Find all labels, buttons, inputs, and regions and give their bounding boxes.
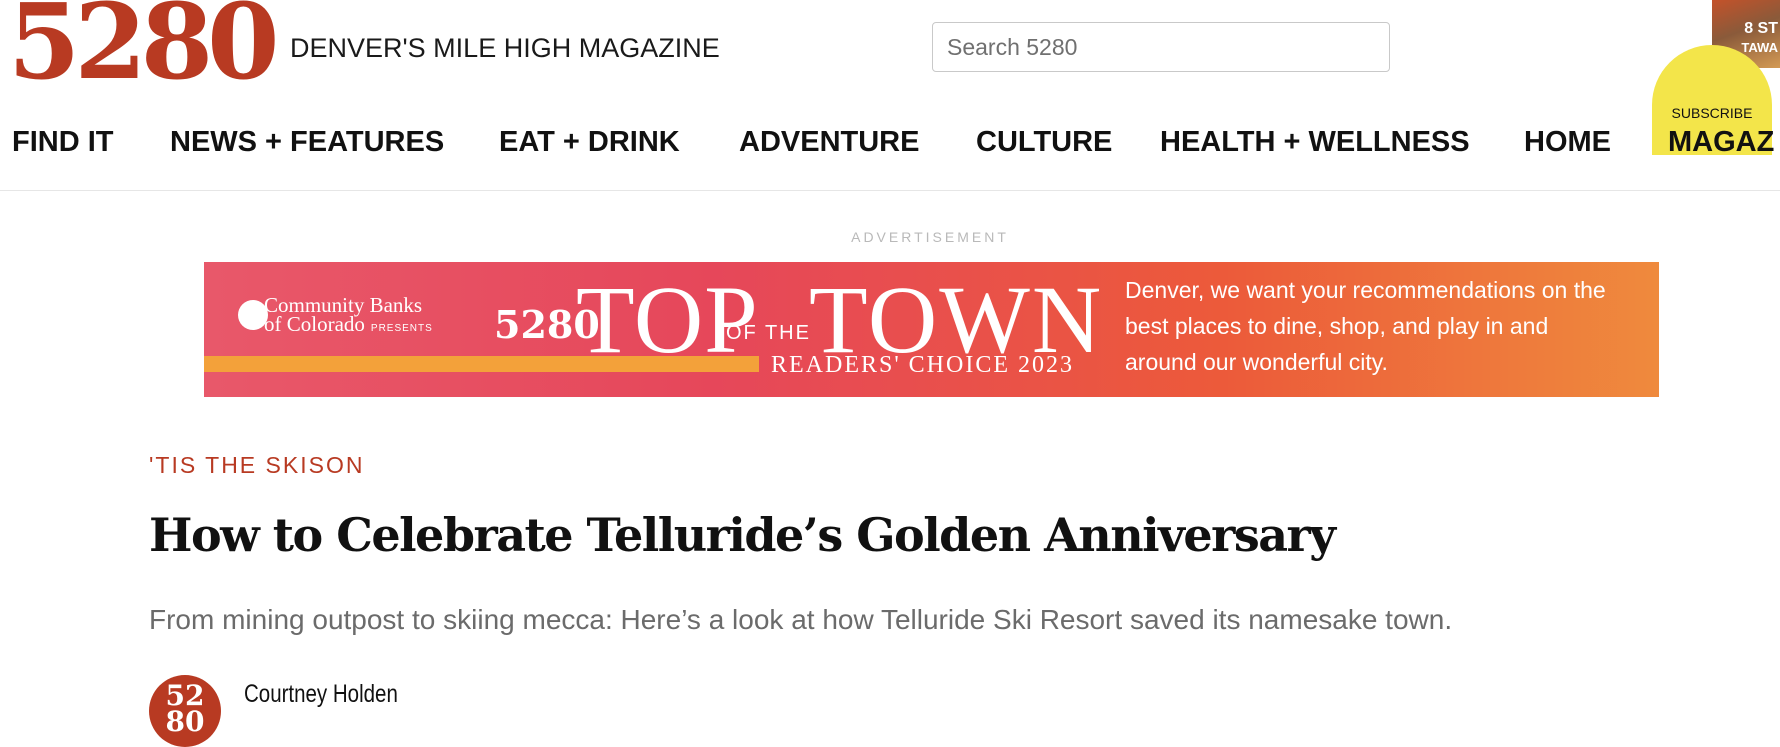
sponsor-emblem-icon: [238, 300, 268, 330]
ad-copy: Denver, we want your recommendations on …: [1125, 277, 1606, 375]
author-name[interactable]: Courtney Holden: [244, 680, 398, 709]
ad-sponsor-logo: Community Banks of Colorado PRESENTS: [238, 295, 433, 336]
nav-item-news-features[interactable]: NEWS + FEATURES: [170, 126, 444, 159]
ad-headline-top: TOP: [576, 266, 759, 373]
advertisement-label: ADVERTISEMENT: [851, 229, 1009, 245]
site-tagline: DENVER'S MILE HIGH MAGAZINE: [290, 33, 720, 63]
nav-item-culture[interactable]: CULTURE: [976, 126, 1112, 159]
advertisement-banner[interactable]: Community Banks of Colorado PRESENTS 5280…: [204, 262, 1659, 397]
ad-headline-ofthe: OF THE: [726, 322, 811, 344]
nav-item-home[interactable]: HOME: [1524, 126, 1611, 159]
main-nav: FIND IT NEWS + FEATURES EAT + DRINK ADVE…: [0, 100, 1780, 191]
search-input[interactable]: [932, 22, 1390, 72]
site-header: 5280 DENVER'S MILE HIGH MAGAZINE 8 ST TA…: [0, 0, 1780, 155]
promo-cover-text-2: TAWA: [1741, 40, 1778, 55]
ad-subhead: READERS' CHOICE 2023: [771, 352, 1075, 378]
article-dek: From mining outpost to skiing mecca: Her…: [149, 604, 1453, 635]
nav-item-find-it[interactable]: FIND IT: [12, 126, 114, 159]
promo-cover-text: 8 ST: [1744, 20, 1778, 37]
nav-item-eat-drink[interactable]: EAT + DRINK: [499, 126, 680, 159]
nav-item-health-wellness[interactable]: HEALTH + WELLNESS: [1160, 126, 1470, 159]
article-kicker[interactable]: 'TIS THE SKISON: [149, 452, 364, 479]
avatar-text-bottom: 80: [165, 705, 205, 738]
ad-sponsor-presents: PRESENTS: [370, 322, 433, 334]
nav-item-magazine[interactable]: MAGAZ: [1668, 126, 1774, 159]
ad-sponsor-line2: of Colorado: [264, 311, 365, 336]
site-logo[interactable]: 5280: [8, 0, 279, 94]
author-avatar[interactable]: 52 80: [149, 675, 221, 747]
article-title: How to Celebrate Telluride’s Golden Anni…: [149, 508, 1336, 562]
nav-item-adventure[interactable]: ADVENTURE: [739, 126, 919, 159]
